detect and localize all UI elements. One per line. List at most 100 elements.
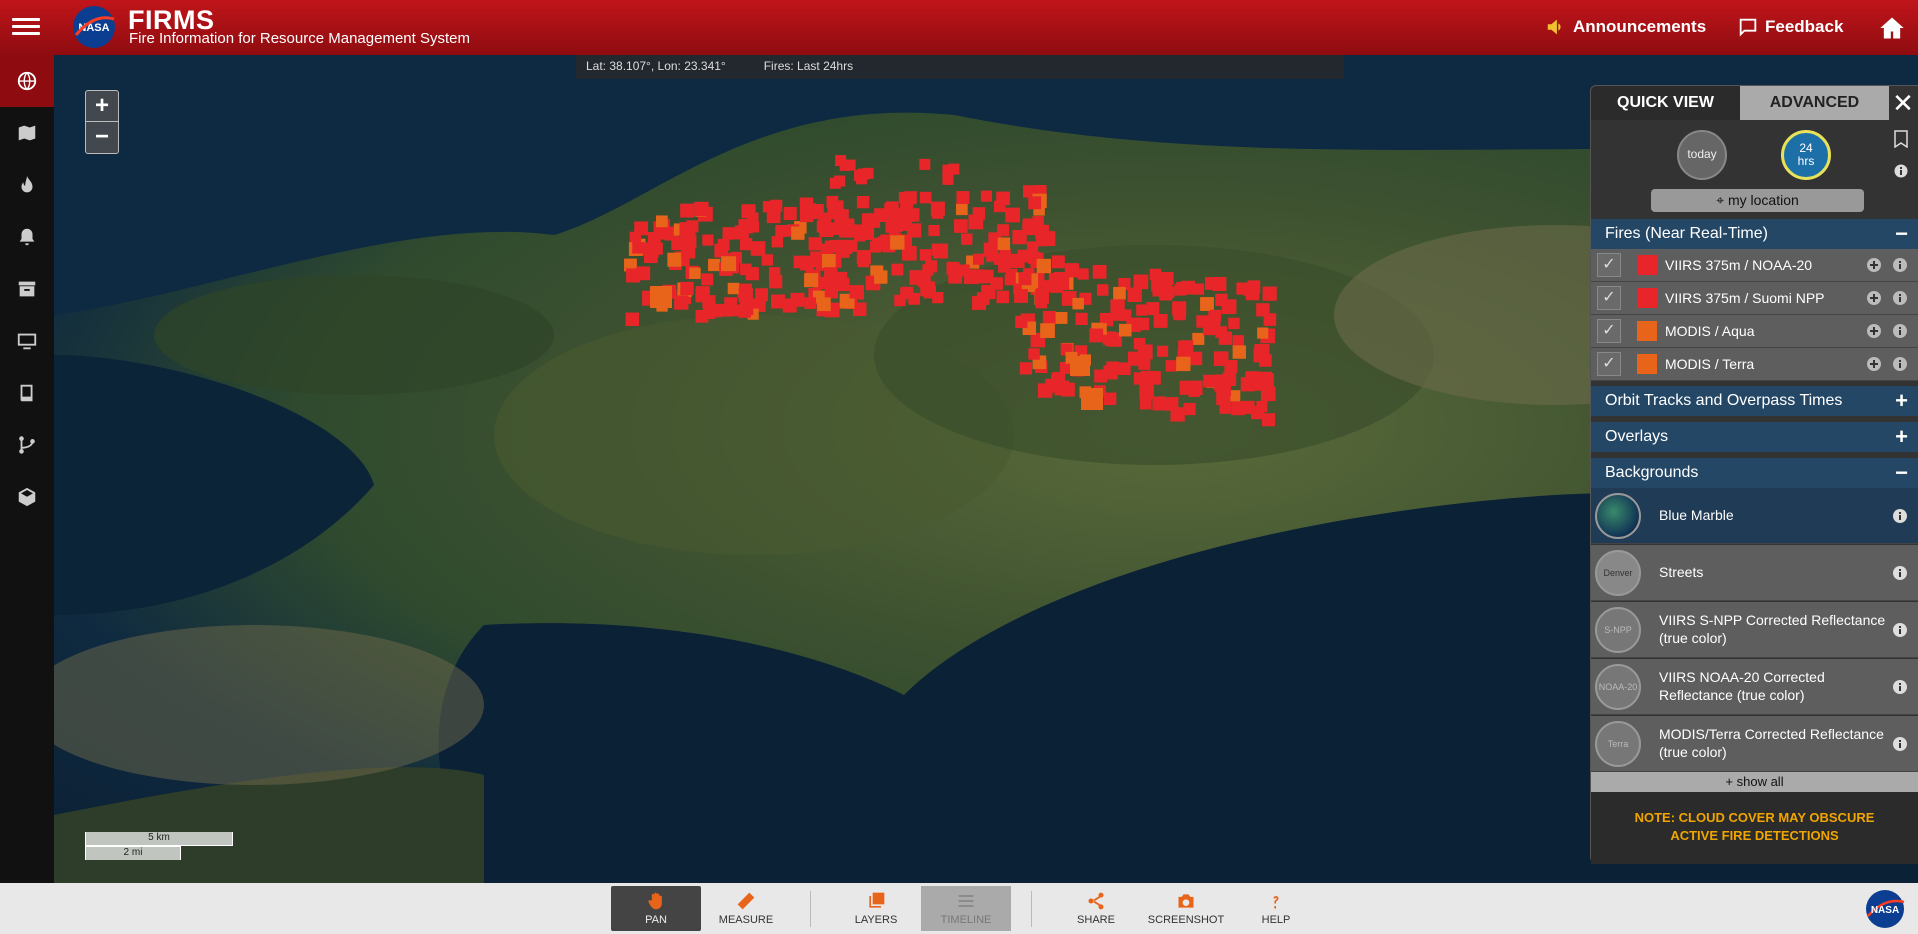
sidebar-item-fires[interactable] xyxy=(0,159,54,211)
fire-detection-marker[interactable] xyxy=(1028,348,1040,360)
fire-detection-marker[interactable] xyxy=(972,253,985,265)
fire-detection-marker[interactable] xyxy=(674,295,689,310)
announcements-link[interactable]: Announcements xyxy=(1545,16,1706,38)
layer-checkbox[interactable]: ✓ xyxy=(1597,319,1621,343)
fire-detection-marker[interactable] xyxy=(626,268,641,283)
fire-detection-marker[interactable] xyxy=(793,255,807,269)
fire-detection-marker[interactable] xyxy=(1157,345,1169,357)
fire-detection-marker[interactable] xyxy=(829,239,843,253)
fire-detection-marker[interactable] xyxy=(1051,379,1063,391)
fire-detection-marker[interactable] xyxy=(968,214,984,230)
info-icon[interactable] xyxy=(1892,508,1908,524)
feedback-link[interactable]: Feedback xyxy=(1737,16,1843,38)
fire-detection-marker[interactable] xyxy=(804,273,819,288)
timeline-button[interactable]: TIMELINE xyxy=(921,886,1011,931)
fire-detection-marker[interactable] xyxy=(708,303,722,318)
fire-detection-marker[interactable] xyxy=(727,282,740,295)
fire-detection-marker[interactable] xyxy=(1014,289,1028,303)
show-all-button[interactable]: + show all xyxy=(1591,772,1918,792)
sidebar-item-map-view[interactable] xyxy=(0,55,54,107)
info-icon[interactable] xyxy=(1892,323,1908,339)
fire-detection-marker[interactable] xyxy=(930,201,945,216)
sidebar-item-book[interactable] xyxy=(0,367,54,419)
fire-detection-marker[interactable] xyxy=(1051,255,1065,269)
fire-detection-marker[interactable] xyxy=(1022,221,1037,236)
section-overlays[interactable]: Overlays + xyxy=(1591,422,1918,452)
fire-detection-marker[interactable] xyxy=(1218,331,1233,345)
fire-detection-marker[interactable] xyxy=(956,191,970,204)
add-icon[interactable] xyxy=(1866,257,1882,273)
fire-detection-marker[interactable] xyxy=(859,225,875,240)
fire-detection-marker[interactable] xyxy=(1257,327,1269,339)
fire-detection-marker[interactable] xyxy=(827,206,841,220)
fire-detection-marker[interactable] xyxy=(817,297,831,312)
fire-detection-marker[interactable] xyxy=(738,219,753,234)
fire-detection-marker[interactable] xyxy=(856,196,870,209)
info-icon[interactable] xyxy=(1892,622,1908,638)
fire-detection-marker[interactable] xyxy=(771,294,786,309)
help-button[interactable]: HELP xyxy=(1231,886,1321,931)
fire-detection-marker[interactable] xyxy=(884,207,896,219)
fire-detection-marker[interactable] xyxy=(1110,299,1125,314)
share-button[interactable]: SHARE xyxy=(1051,886,1141,931)
bookmark-icon[interactable] xyxy=(1894,130,1908,148)
fire-detection-marker[interactable] xyxy=(694,201,709,217)
fire-detection-marker[interactable] xyxy=(917,274,931,288)
add-icon[interactable] xyxy=(1866,356,1882,372)
fire-detection-marker[interactable] xyxy=(1232,335,1245,347)
fire-detection-marker[interactable] xyxy=(1136,317,1150,331)
zoom-in-button[interactable]: + xyxy=(86,91,118,122)
sidebar-item-alerts[interactable] xyxy=(0,211,54,263)
pan-button[interactable]: PAN xyxy=(611,886,701,931)
fire-detection-marker[interactable] xyxy=(625,312,640,327)
fire-detection-marker[interactable] xyxy=(919,191,932,204)
today-button[interactable]: today xyxy=(1677,130,1727,180)
fire-detection-marker[interactable] xyxy=(980,190,992,202)
sidebar-item-archive[interactable] xyxy=(0,263,54,315)
fire-detection-marker[interactable] xyxy=(946,261,960,275)
fire-detection-marker[interactable] xyxy=(1018,272,1032,286)
fire-detection-marker[interactable] xyxy=(896,215,912,231)
fire-detection-marker[interactable] xyxy=(1224,360,1238,373)
fire-detection-marker[interactable] xyxy=(702,234,714,246)
fire-detection-marker[interactable] xyxy=(775,225,788,237)
fire-detection-marker[interactable] xyxy=(954,219,968,233)
24hrs-button[interactable]: 24 hrs xyxy=(1781,130,1831,180)
fire-detection-marker[interactable] xyxy=(1149,268,1162,281)
background-option[interactable]: NOAA-20 VIIRS NOAA-20 Corrected Reflecta… xyxy=(1591,659,1918,715)
fire-detection-marker[interactable] xyxy=(849,286,862,299)
fire-detection-marker[interactable] xyxy=(1118,323,1132,337)
fire-detection-marker[interactable] xyxy=(1070,356,1090,376)
fire-detection-marker[interactable] xyxy=(804,297,817,309)
sidebar-item-cube[interactable] xyxy=(0,471,54,523)
fire-detection-marker[interactable] xyxy=(1251,405,1265,420)
fire-detection-marker[interactable] xyxy=(708,258,721,272)
fire-detection-marker[interactable] xyxy=(1040,323,1055,339)
fire-detection-marker[interactable] xyxy=(1055,311,1068,324)
fire-detection-marker[interactable] xyxy=(1036,235,1048,247)
fire-detection-marker[interactable] xyxy=(755,288,769,302)
fire-detection-marker[interactable] xyxy=(1081,388,1103,410)
fire-detection-marker[interactable] xyxy=(769,275,783,289)
background-option[interactable]: Terra MODIS/Terra Corrected Reflectance … xyxy=(1591,716,1918,772)
fire-detection-marker[interactable] xyxy=(1034,289,1050,304)
info-icon[interactable] xyxy=(1892,257,1908,273)
fire-detection-marker[interactable] xyxy=(933,243,949,259)
fire-detection-marker[interactable] xyxy=(1146,302,1160,316)
fire-detection-marker[interactable] xyxy=(1028,196,1042,210)
fire-detection-marker[interactable] xyxy=(1140,370,1153,383)
info-icon[interactable] xyxy=(1892,290,1908,306)
fire-detection-marker[interactable] xyxy=(739,237,753,251)
fire-detection-marker[interactable] xyxy=(894,294,906,307)
screenshot-button[interactable]: SCREENSHOT xyxy=(1141,886,1231,931)
fire-detection-marker[interactable] xyxy=(771,236,784,248)
fire-detection-marker[interactable] xyxy=(1170,407,1185,422)
fire-detection-marker[interactable] xyxy=(1203,374,1216,388)
fire-detection-marker[interactable] xyxy=(993,200,1006,213)
fire-detection-marker[interactable] xyxy=(1118,362,1131,376)
tab-quick-view[interactable]: QUICK VIEW xyxy=(1591,86,1740,120)
fire-detection-marker[interactable] xyxy=(963,269,979,285)
section-backgrounds[interactable]: Backgrounds − xyxy=(1591,458,1918,488)
home-icon[interactable] xyxy=(1878,14,1906,42)
sidebar-item-monitor[interactable] xyxy=(0,315,54,367)
